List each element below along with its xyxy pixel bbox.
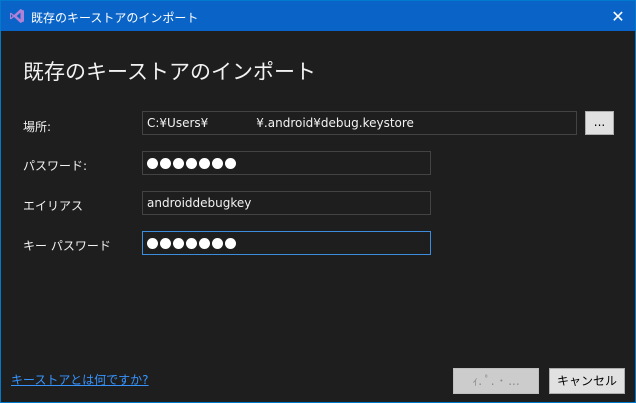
- password-mask: [147, 152, 236, 174]
- import-button[interactable]: ｨ. ﾟ. ･ ...: [453, 368, 539, 394]
- close-button[interactable]: ✕: [601, 1, 635, 31]
- key-password-mask: [147, 232, 236, 254]
- location-value-prefix: C:¥Users¥: [147, 116, 209, 130]
- import-keystore-dialog: 既存のキーストアのインポート ✕ 既存のキーストアのインポート 場所: C:¥U…: [0, 0, 636, 403]
- what-is-keystore-link[interactable]: キーストアとは何ですか?: [11, 371, 149, 388]
- visual-studio-icon: [10, 9, 24, 23]
- page-title: 既存のキーストアのインポート: [23, 60, 316, 84]
- title-bar: 既存のキーストアのインポート ✕: [1, 1, 635, 31]
- close-icon: ✕: [611, 6, 625, 26]
- location-value-suffix: ¥.android¥debug.keystore: [256, 116, 414, 130]
- browse-button[interactable]: ...: [585, 111, 614, 135]
- location-label: 場所:: [23, 120, 52, 134]
- location-field[interactable]: C:¥Users¥ ¥.android¥debug.keystore: [142, 111, 577, 135]
- alias-label: エイリアス: [23, 199, 84, 213]
- window-title: 既存のキーストアのインポート: [31, 11, 199, 25]
- alias-field[interactable]: androiddebugkey: [142, 191, 431, 215]
- redacted-username: [208, 116, 257, 131]
- password-field[interactable]: [142, 151, 431, 175]
- cancel-button[interactable]: キャンセル: [549, 368, 625, 394]
- password-label: パスワード:: [23, 159, 88, 173]
- key-password-label: キー パスワード: [23, 239, 111, 253]
- key-password-field[interactable]: [142, 231, 431, 255]
